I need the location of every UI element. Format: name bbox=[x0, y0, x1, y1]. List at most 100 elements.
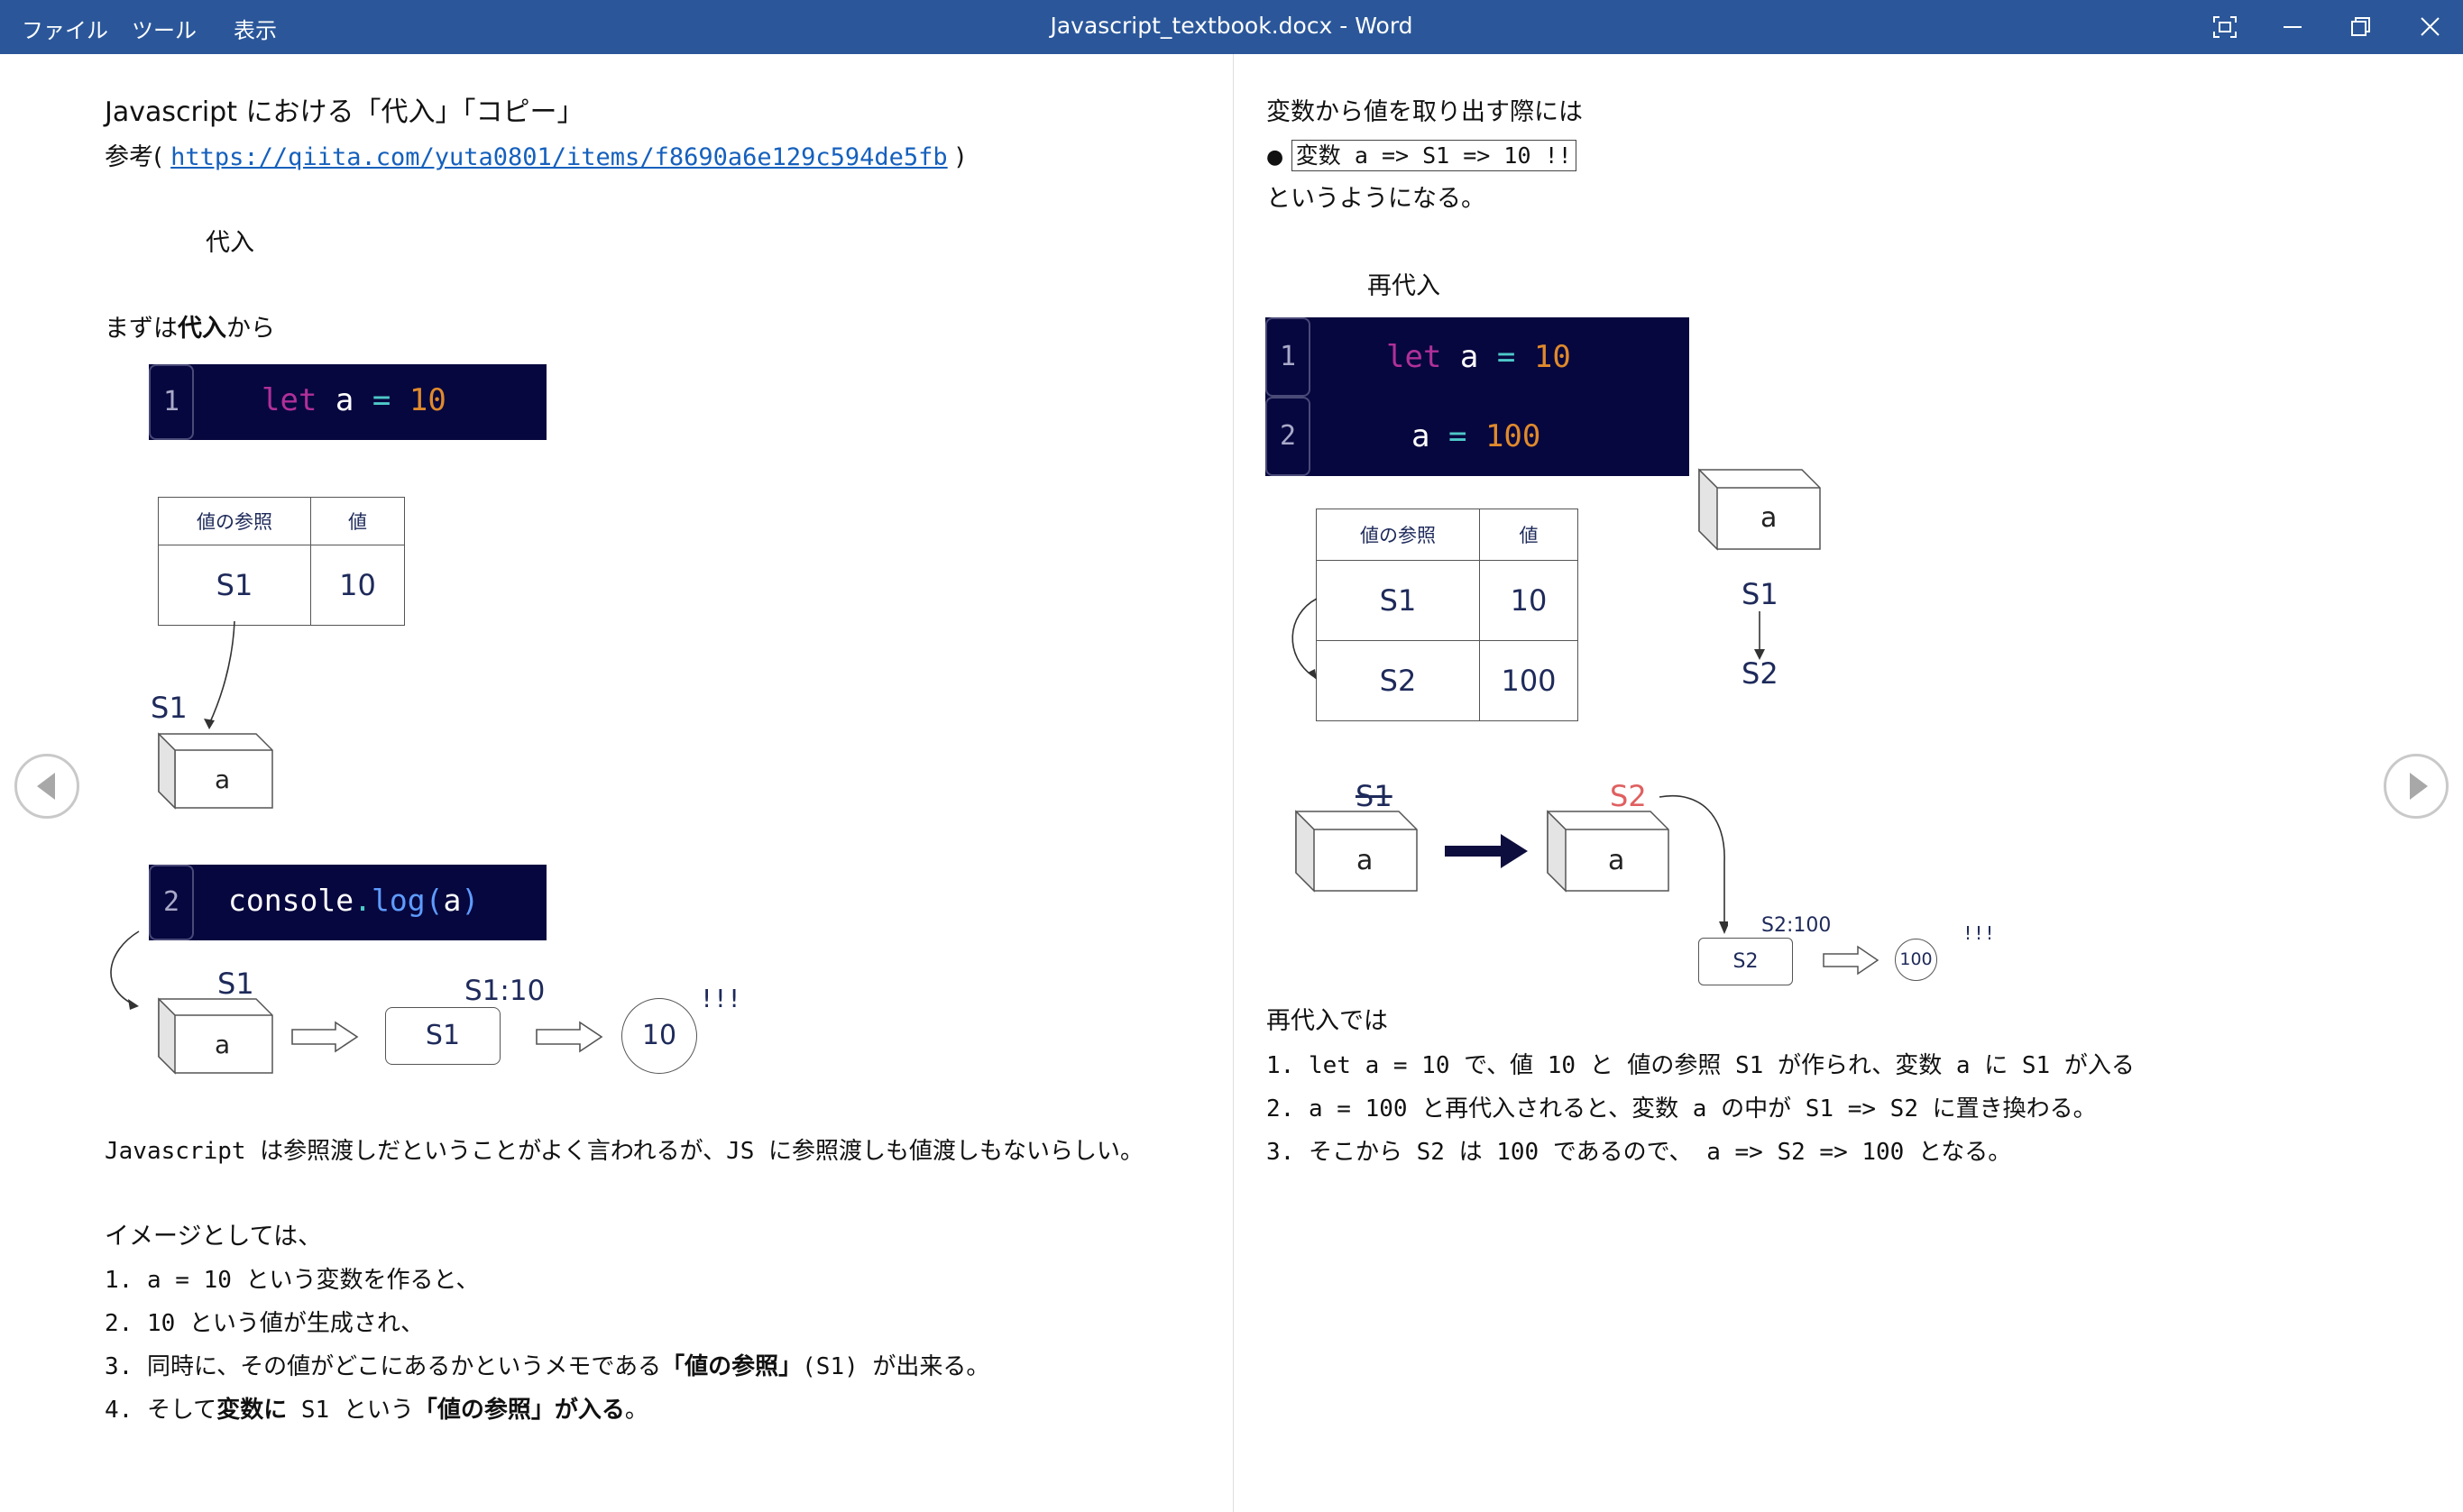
paragraph-top: 変数から値を取り出す際には bbox=[1266, 98, 1583, 126]
restore-icon bbox=[2351, 17, 2370, 36]
page-heading: Javascript における「代入」「コピー」 bbox=[105, 96, 584, 128]
title-bar: ファイル ツール 表示 Javascript_textbook.docx - W… bbox=[0, 0, 2463, 54]
code-argument: a bbox=[443, 883, 462, 918]
summary-item-1: 1. let a = 10 で、値 10 と 値の参照 S1 が作られ、変数 a… bbox=[1266, 1052, 2135, 1079]
code-number: 10 bbox=[409, 382, 446, 418]
list-item-2: 2. 10 という値が生成され、 bbox=[105, 1310, 425, 1337]
list-item-4: 4. そして変数に S1 という「値の参照」が入る。 bbox=[105, 1395, 648, 1425]
section-heading-assignment: 代入 bbox=[206, 229, 254, 257]
solid-arrow-icon bbox=[1445, 834, 1528, 868]
hollow-arrow-icon bbox=[1823, 945, 1879, 976]
reference-link[interactable]: https://qiita.com/yuta0801/items/f8690a6… bbox=[170, 143, 948, 171]
close-button[interactable] bbox=[2395, 0, 2463, 54]
label-s2: S2 bbox=[1742, 656, 1778, 691]
reference-box: S2 bbox=[1698, 938, 1793, 985]
minimize-button[interactable] bbox=[2258, 0, 2327, 54]
reference-line: 参考( https://qiita.com/yuta0801/items/f86… bbox=[105, 142, 965, 173]
intro-prefix: まずは bbox=[105, 315, 178, 343]
table-cell: S1 bbox=[158, 545, 311, 626]
list-text: 4. そして bbox=[105, 1397, 217, 1424]
table-header: 値の参照 bbox=[158, 497, 311, 545]
bullet-line: ● 変数 a => S1 => 10 !! bbox=[1266, 140, 1576, 173]
reference-value-label: S1:10 bbox=[464, 975, 546, 1007]
list-text: S1 という bbox=[287, 1397, 414, 1424]
focus-mode-icon bbox=[2213, 16, 2237, 38]
reference-suffix: ) bbox=[955, 143, 965, 171]
table-cell: S1 bbox=[1316, 560, 1480, 641]
line-number: 1 bbox=[1265, 317, 1310, 397]
new-reference-label: S2 bbox=[1610, 779, 1647, 813]
previous-page-button[interactable] bbox=[14, 754, 79, 819]
code-variable: a bbox=[335, 382, 354, 418]
table-cell: 10 bbox=[310, 545, 405, 626]
next-page-button[interactable] bbox=[2384, 754, 2449, 819]
hollow-arrow-icon bbox=[536, 1021, 603, 1053]
intro-line: まずは代入から bbox=[105, 314, 275, 344]
line-number: 1 bbox=[149, 364, 194, 440]
list-bold: 「値の参照」が入る bbox=[413, 1397, 625, 1424]
code-dot: . bbox=[354, 883, 372, 918]
old-reference-label: S1 bbox=[1356, 779, 1392, 813]
flow-label-s1: S1 bbox=[217, 967, 254, 1001]
variable-box-icon bbox=[1698, 468, 1821, 551]
code-line-2: a = 100 bbox=[1411, 418, 1540, 454]
label-s1: S1 bbox=[151, 691, 188, 725]
page-divider bbox=[1233, 54, 1234, 1512]
reference-table: 値の参照 値 S1 10 bbox=[158, 497, 405, 626]
reference-prefix: 参考( bbox=[105, 143, 163, 171]
line-number: 2 bbox=[149, 865, 194, 940]
code-line: console.log(a) bbox=[228, 883, 479, 918]
code-block-1: 1 let a = 10 bbox=[149, 364, 547, 440]
summary-item-2: 2. a = 100 と再代入されると、変数 a の中が S1 => S2 に置… bbox=[1266, 1095, 2097, 1123]
label-s1: S1 bbox=[1742, 577, 1778, 611]
code-operator: = bbox=[1447, 418, 1467, 454]
flow-box-label-left: a bbox=[1356, 845, 1374, 876]
paragraph-after: というようになる。 bbox=[1266, 185, 1485, 213]
paragraph-2: イメージとしては、 bbox=[105, 1223, 323, 1251]
code-object: console bbox=[228, 883, 354, 918]
flow-box-label-right: a bbox=[1608, 845, 1625, 876]
list-item-1: 1. a = 10 という変数を作ると、 bbox=[105, 1267, 480, 1294]
code-variable: a bbox=[1411, 418, 1430, 454]
list-bold: 変数に bbox=[216, 1397, 288, 1424]
list-bold: 「値の参照」 bbox=[661, 1353, 803, 1380]
code-operator: = bbox=[1496, 339, 1516, 375]
hollow-arrow-icon bbox=[291, 1021, 359, 1053]
paragraph-1: Javascript は参照渡しだということがよく言われるが、JS に参照渡しも… bbox=[105, 1138, 1144, 1165]
intro-suffix: から bbox=[226, 315, 275, 343]
focus-mode-button[interactable] bbox=[2190, 0, 2258, 54]
line-number: 2 bbox=[1265, 397, 1310, 476]
code-line: let a = 10 bbox=[262, 382, 446, 418]
section-heading-reassignment: 再代入 bbox=[1367, 272, 1440, 300]
chevron-right-icon bbox=[2410, 773, 2428, 800]
restore-button[interactable] bbox=[2327, 0, 2395, 54]
list-item-3: 3. 同時に、その値がどこにあるかというメモである「値の参照」(S1) が出来る… bbox=[105, 1352, 989, 1382]
variable-box-label: a bbox=[215, 765, 231, 794]
reference-table: 値の参照 値 S1 10 S2 100 bbox=[1316, 509, 1578, 721]
code-keyword: let bbox=[1386, 339, 1442, 375]
code-paren-open: ( bbox=[425, 883, 444, 918]
code-number: 100 bbox=[1484, 418, 1541, 454]
code-operator: = bbox=[372, 382, 391, 418]
code-number: 10 bbox=[1533, 339, 1571, 375]
curve-arrow-icon bbox=[1291, 598, 1318, 680]
list-text: 3. 同時に、その値がどこにあるかというメモである bbox=[105, 1353, 662, 1380]
table-cell: 100 bbox=[1479, 640, 1578, 721]
summary-item-3: 3. そこから S2 は 100 であるので、 a => S2 => 100 と… bbox=[1266, 1139, 2012, 1166]
code-block-reassign: 1 2 let a = 10 a = 100 bbox=[1265, 317, 1689, 476]
code-keyword: let bbox=[262, 382, 317, 418]
curve-arrow-icon bbox=[110, 930, 140, 1010]
variable-box-label: a bbox=[1760, 502, 1778, 534]
intro-bold: 代入 bbox=[178, 315, 226, 343]
table-cell: S2 bbox=[1316, 640, 1480, 721]
bullet-boxed-text: 変数 a => S1 => 10 !! bbox=[1291, 140, 1576, 171]
table-cell: 10 bbox=[1479, 560, 1578, 641]
value-circle: 100 bbox=[1895, 939, 1937, 981]
code-variable: a bbox=[1459, 339, 1479, 375]
summary-heading: 再代入では bbox=[1266, 1007, 1388, 1035]
list-text: (S1) が出来る。 bbox=[802, 1353, 990, 1380]
code-line-1: let a = 10 bbox=[1386, 339, 1571, 375]
list-text: 。 bbox=[624, 1397, 648, 1424]
chevron-left-icon bbox=[37, 773, 55, 800]
bullet-icon: ● bbox=[1266, 146, 1284, 169]
